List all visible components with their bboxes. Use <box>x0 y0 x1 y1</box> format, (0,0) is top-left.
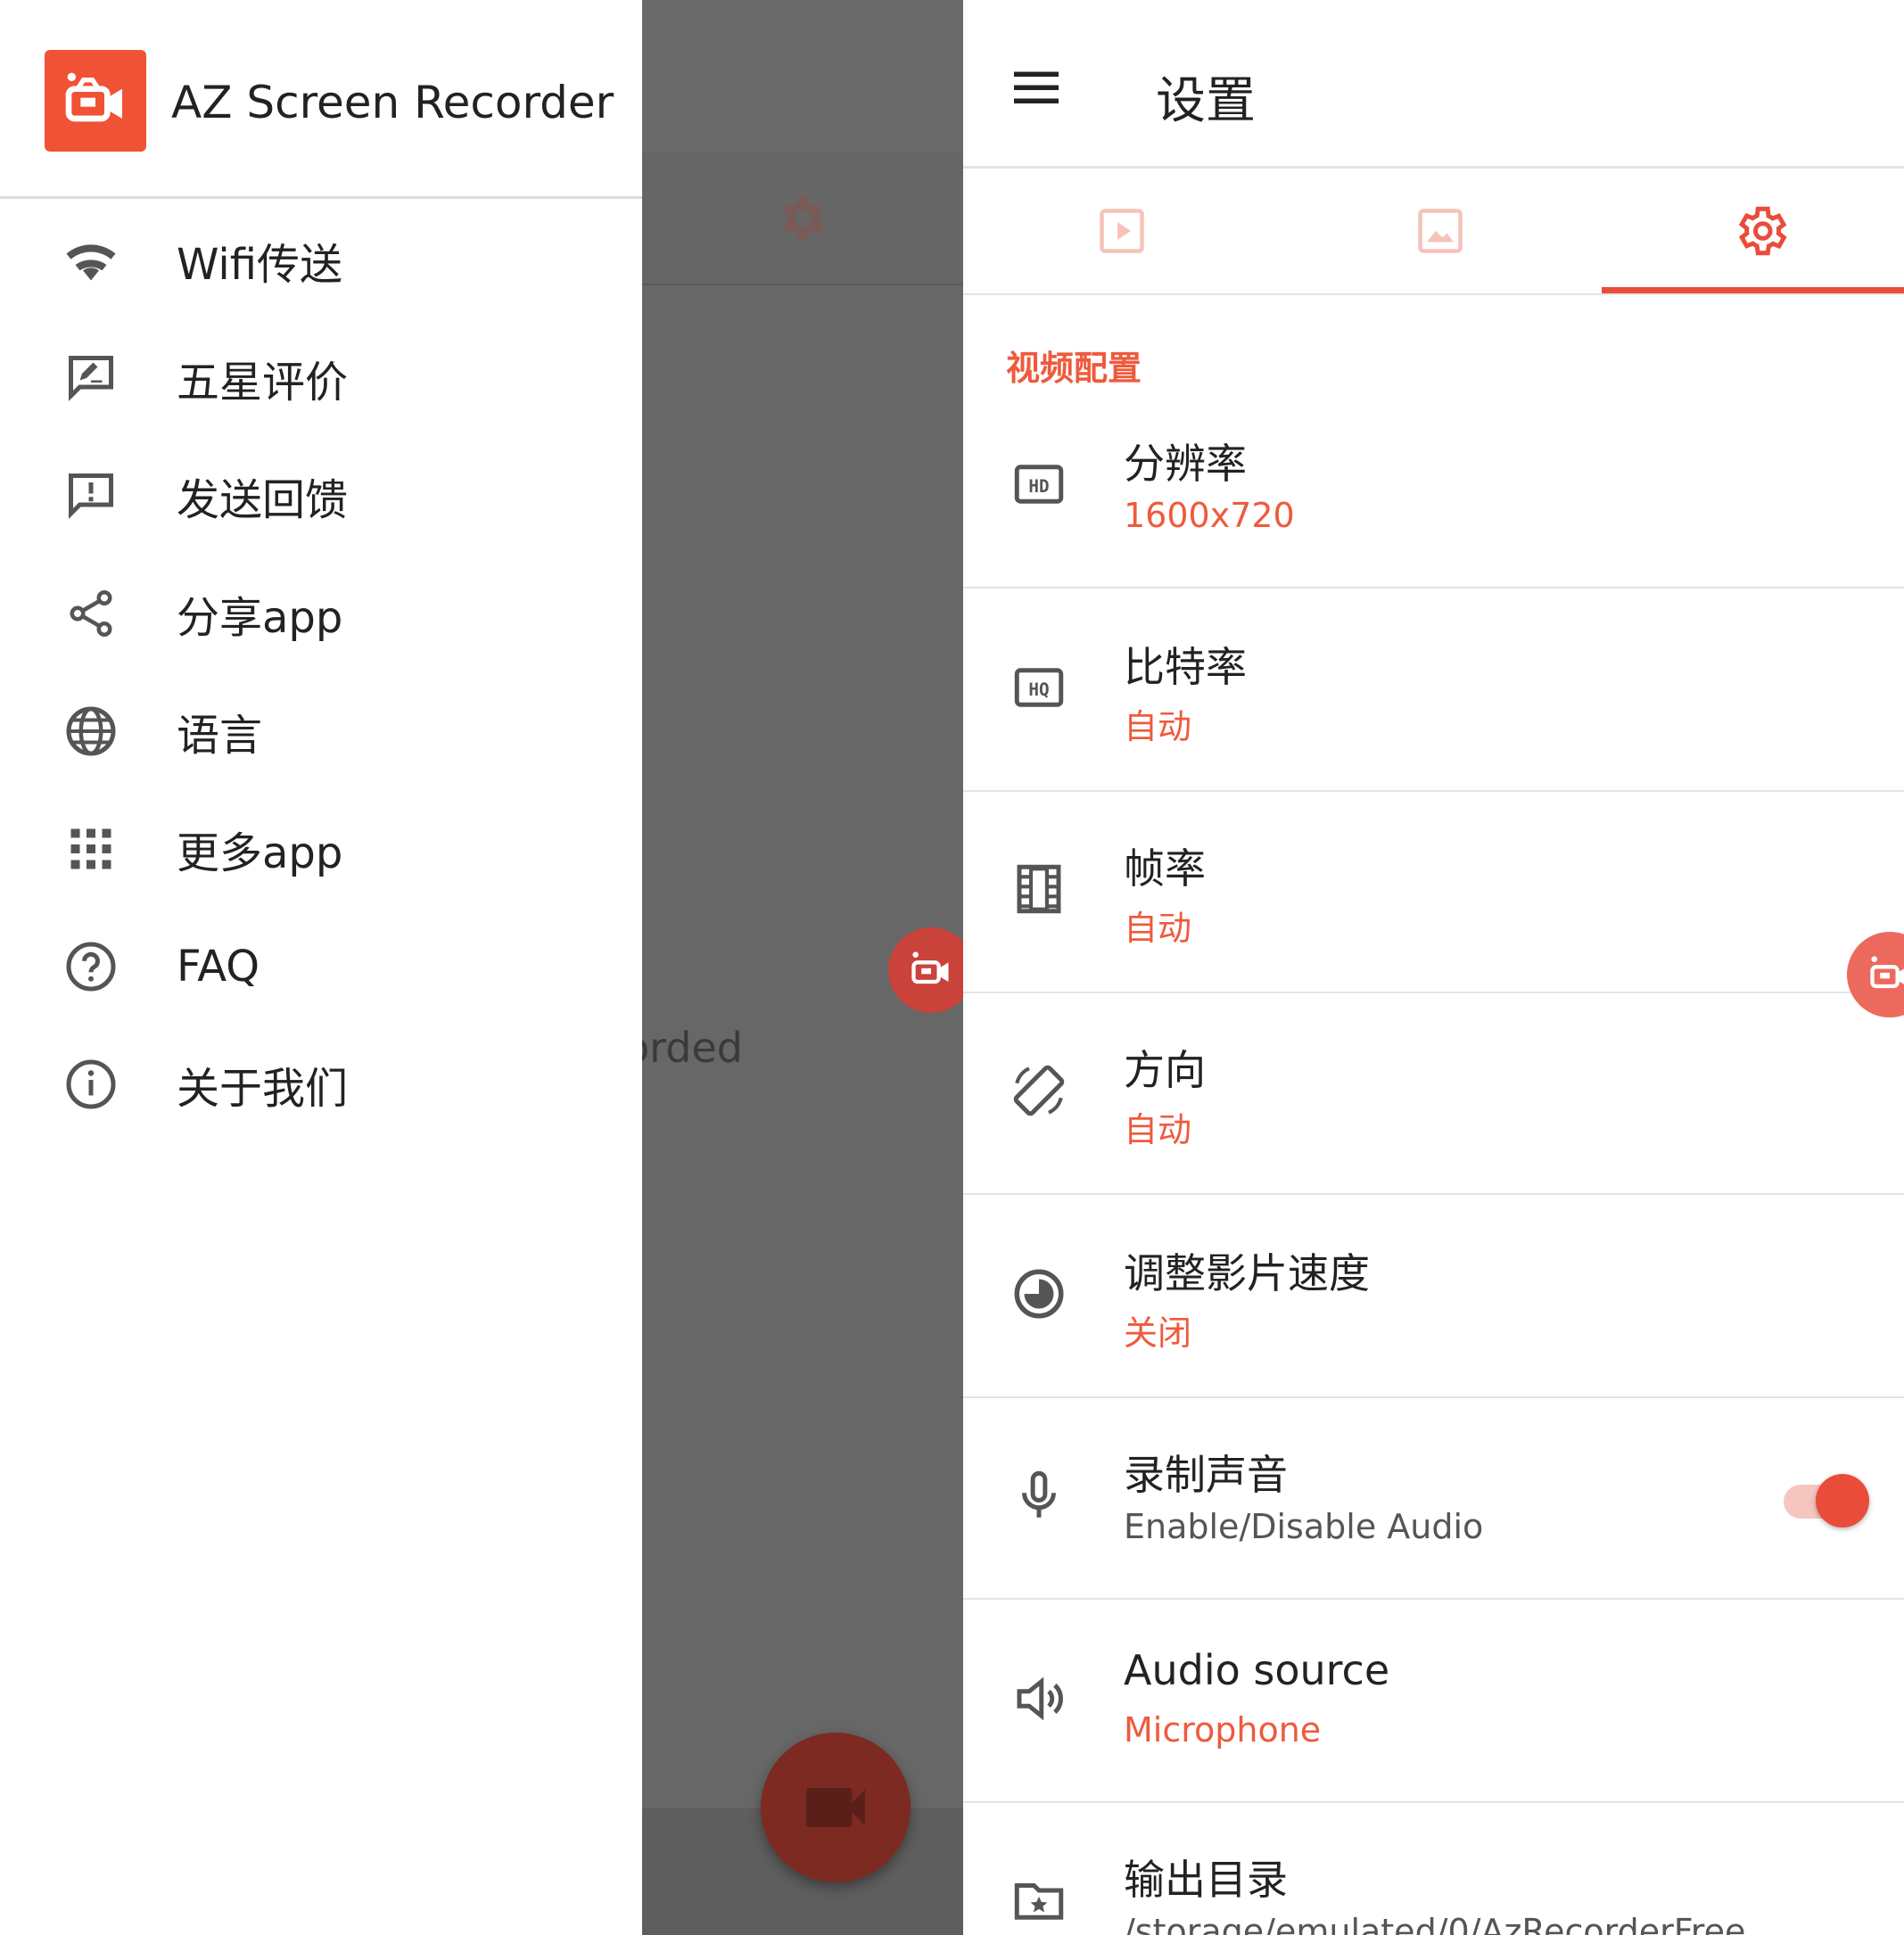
drawer-item-more-apps[interactable]: 更多app <box>0 790 642 908</box>
navigation-drawer: AZ Screen Recorder Wifi传送 五星评价 发送回馈 分享ap… <box>0 0 642 1935</box>
video-camera-icon <box>796 1768 875 1847</box>
setting-title: 分辨率 <box>1124 440 1247 488</box>
drawer-item-label: 更多app <box>177 828 343 878</box>
app-logo <box>45 50 146 152</box>
svg-text:HQ: HQ <box>1028 679 1049 700</box>
drawer-item-label: 发送回馈 <box>177 475 349 525</box>
setting-audio-source[interactable]: Audio source Microphone <box>963 1600 1904 1803</box>
setting-value: 自动 <box>1124 909 1192 948</box>
screen-rotation-icon <box>1010 1061 1068 1120</box>
drawer-item-label: 五星评价 <box>177 358 349 408</box>
info-icon <box>64 1058 118 1111</box>
tab-bar <box>963 169 1904 295</box>
drawer-item-wifi-transfer[interactable]: Wifi传送 <box>0 202 642 319</box>
hamburger-menu-icon[interactable] <box>1010 61 1063 114</box>
image-icon <box>1414 204 1467 258</box>
setting-title: 帧率 <box>1124 844 1206 893</box>
drawer-item-feedback[interactable]: 发送回馈 <box>0 437 642 555</box>
setting-title: 方向 <box>1124 1046 1206 1094</box>
mic-icon <box>1010 1466 1068 1525</box>
setting-value: 1600x720 <box>1124 496 1295 535</box>
setting-value: Enable/Disable Audio <box>1124 1507 1484 1546</box>
app-background-scrim[interactable]: orded AZ Screen Recorder Wifi传送 五星评价 发送回… <box>0 0 963 1935</box>
setting-title: 比特率 <box>1124 643 1247 691</box>
setting-title: 录制声音 <box>1124 1451 1288 1499</box>
setting-record-audio[interactable]: 录制声音 Enable/Disable Audio <box>963 1396 1904 1600</box>
settings-screen: 设置 视频配置 HD 分辨率 1600x720 HQ 比特率 自动 帧率 自动 … <box>963 0 1904 1935</box>
globe-icon <box>64 704 118 758</box>
video-file-icon <box>1095 204 1149 258</box>
tab-settings[interactable] <box>1602 169 1904 293</box>
speed-icon <box>1010 1264 1068 1323</box>
drawer-item-about[interactable]: 关于我们 <box>0 1025 642 1143</box>
setting-title: 调整影片速度 <box>1124 1249 1370 1297</box>
drawer-item-language[interactable]: 语言 <box>0 672 642 790</box>
feedback-icon <box>64 469 118 523</box>
gear-icon <box>1731 202 1790 260</box>
setting-frame-rate[interactable]: 帧率 自动 <box>963 790 1904 993</box>
record-fab-button[interactable] <box>761 1733 911 1882</box>
gear-icon <box>772 190 829 247</box>
recorder-icon <box>908 947 954 993</box>
drawer-item-label: 分享app <box>177 593 343 643</box>
recorder-icon <box>60 65 131 136</box>
setting-title: Audio source <box>1124 1646 1390 1694</box>
rate-review-icon <box>64 351 118 405</box>
setting-value: 自动 <box>1124 707 1192 746</box>
hq-icon: HQ <box>1010 658 1068 717</box>
setting-video-speed[interactable]: 调整影片速度 关闭 <box>963 1195 1904 1398</box>
drawer-item-label: FAQ <box>177 942 260 992</box>
toolbar: 设置 <box>963 0 1904 169</box>
setting-title: 输出目录 <box>1124 1856 1288 1904</box>
drawer-item-label: 语言 <box>177 711 263 761</box>
hd-icon: HD <box>1010 455 1068 514</box>
volume-icon <box>1010 1669 1068 1728</box>
share-icon <box>64 587 118 640</box>
film-icon <box>1010 860 1068 918</box>
drawer-item-share[interactable]: 分享app <box>0 555 642 672</box>
app-title: AZ Screen Recorder <box>171 77 614 128</box>
tab-images[interactable] <box>1282 169 1598 293</box>
drawer-item-rate[interactable]: 五星评价 <box>0 319 642 437</box>
drawer-header: AZ Screen Recorder <box>0 0 642 199</box>
help-icon <box>64 940 118 993</box>
drawer-item-label: 关于我们 <box>177 1064 349 1114</box>
drawer-item-label: Wifi传送 <box>177 240 342 290</box>
setting-resolution[interactable]: HD 分辨率 1600x720 <box>963 385 1904 589</box>
setting-bitrate[interactable]: HQ 比特率 自动 <box>963 589 1904 792</box>
setting-value: Microphone <box>1124 1710 1322 1750</box>
folder-star-icon <box>1010 1871 1068 1930</box>
setting-value: 自动 <box>1124 1110 1192 1149</box>
tab-videos[interactable] <box>963 169 1280 293</box>
page-title: 设置 <box>1156 72 1256 130</box>
setting-value: 关闭 <box>1124 1313 1192 1353</box>
setting-output-directory[interactable]: 输出目录 /storage/emulated/0/AzRecorderFree <box>963 1801 1904 1935</box>
svg-text:HD: HD <box>1028 476 1049 497</box>
recorder-icon <box>1867 951 1904 998</box>
section-header: 视频配置 <box>1006 349 1142 388</box>
drawer-item-faq[interactable]: FAQ <box>0 908 642 1025</box>
wifi-icon <box>64 234 118 287</box>
setting-orientation[interactable]: 方向 自动 <box>963 992 1904 1195</box>
audio-toggle-switch[interactable] <box>1784 1474 1869 1527</box>
floating-recorder-bubble[interactable] <box>888 927 963 1013</box>
toggle-thumb <box>1816 1474 1869 1527</box>
setting-value: /storage/emulated/0/AzRecorderFree <box>1124 1912 1746 1935</box>
apps-grid-icon <box>64 822 118 876</box>
active-tab-indicator <box>1602 287 1904 293</box>
